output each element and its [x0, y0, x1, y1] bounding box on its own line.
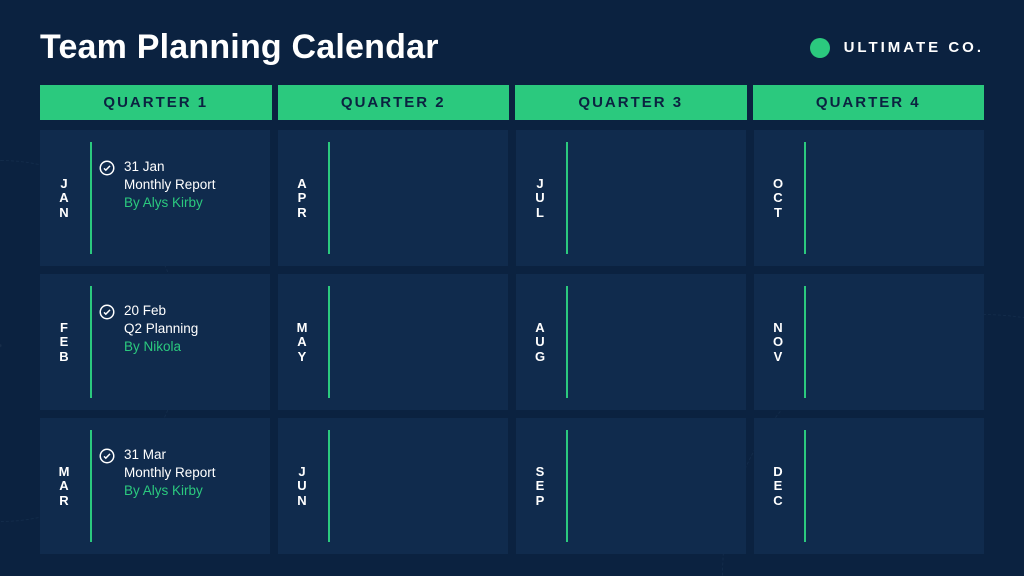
- month-label: NOV: [773, 321, 785, 364]
- month-label: MAY: [297, 321, 310, 364]
- task-owner: By Alys Kirby: [124, 194, 216, 212]
- cell-content: 20 FebQ2 PlanningBy Nikola: [92, 274, 270, 410]
- month-column: MAR: [40, 418, 90, 554]
- month-column: AUG: [516, 274, 566, 410]
- calendar-grid: JAN31 JanMonthly ReportBy Alys KirbyAPRJ…: [40, 130, 984, 554]
- check-circle-icon: [98, 303, 116, 321]
- task: 31 MarMonthly ReportBy Alys Kirby: [98, 446, 262, 501]
- month-label: APR: [297, 177, 308, 220]
- task-lines: 31 JanMonthly ReportBy Alys Kirby: [124, 158, 216, 213]
- month-label: OCT: [773, 177, 785, 220]
- calendar-cell: NOV: [754, 274, 984, 410]
- month-column: DEC: [754, 418, 804, 554]
- quarter-header: QUARTER 1: [40, 85, 272, 120]
- month-label: MAR: [59, 465, 72, 508]
- calendar-cell: AUG: [516, 274, 746, 410]
- task-owner: By Alys Kirby: [124, 482, 216, 500]
- check-circle-icon: [98, 447, 116, 465]
- month-label: JAN: [59, 177, 70, 220]
- check-circle-icon: [98, 159, 116, 177]
- cell-content: 31 MarMonthly ReportBy Alys Kirby: [92, 418, 270, 554]
- cell-content: [806, 130, 984, 266]
- month-column: JUL: [516, 130, 566, 266]
- cell-content: [330, 274, 508, 410]
- cell-content: [568, 274, 746, 410]
- task-lines: 31 MarMonthly ReportBy Alys Kirby: [124, 446, 216, 501]
- task-date: 31 Mar: [124, 446, 216, 464]
- month-column: JUN: [278, 418, 328, 554]
- cell-content: [806, 418, 984, 554]
- calendar-cell: APR: [278, 130, 508, 266]
- task-lines: 20 FebQ2 PlanningBy Nikola: [124, 302, 198, 357]
- task: 20 FebQ2 PlanningBy Nikola: [98, 302, 262, 357]
- month-column: NOV: [754, 274, 804, 410]
- month-label: SEP: [536, 465, 547, 508]
- quarter-header: QUARTER 3: [515, 85, 747, 120]
- brand-dot-icon: [810, 38, 830, 58]
- task-date: 20 Feb: [124, 302, 198, 320]
- calendar-cell: JUN: [278, 418, 508, 554]
- cell-content: [330, 418, 508, 554]
- month-column: JAN: [40, 130, 90, 266]
- calendar-cell: JAN 31 JanMonthly ReportBy Alys Kirby: [40, 130, 270, 266]
- month-column: OCT: [754, 130, 804, 266]
- brand: ULTIMATE CO.: [810, 38, 984, 58]
- quarter-headers: QUARTER 1 QUARTER 2 QUARTER 3 QUARTER 4: [40, 85, 984, 120]
- cell-content: [568, 130, 746, 266]
- task-title: Monthly Report: [124, 176, 216, 194]
- quarter-header: QUARTER 4: [753, 85, 985, 120]
- calendar-cell: FEB 20 FebQ2 PlanningBy Nikola: [40, 274, 270, 410]
- cell-content: 31 JanMonthly ReportBy Alys Kirby: [92, 130, 270, 266]
- month-label: JUL: [535, 177, 546, 220]
- page-title: Team Planning Calendar: [40, 28, 439, 67]
- month-label: JUN: [297, 465, 308, 508]
- quarter-header: QUARTER 2: [278, 85, 510, 120]
- task-title: Q2 Planning: [124, 320, 198, 338]
- task-title: Monthly Report: [124, 464, 216, 482]
- calendar-cell: MAY: [278, 274, 508, 410]
- task-owner: By Nikola: [124, 338, 198, 356]
- month-column: APR: [278, 130, 328, 266]
- calendar-cell: JUL: [516, 130, 746, 266]
- month-label: DEC: [773, 465, 784, 508]
- month-label: AUG: [535, 321, 547, 364]
- brand-name: ULTIMATE CO.: [844, 39, 984, 56]
- task: 31 JanMonthly ReportBy Alys Kirby: [98, 158, 262, 213]
- calendar-cell: DEC: [754, 418, 984, 554]
- cell-content: [330, 130, 508, 266]
- calendar-cell: OCT: [754, 130, 984, 266]
- cell-content: [806, 274, 984, 410]
- month-column: MAY: [278, 274, 328, 410]
- calendar-cell: MAR 31 MarMonthly ReportBy Alys Kirby: [40, 418, 270, 554]
- task-date: 31 Jan: [124, 158, 216, 176]
- cell-content: [568, 418, 746, 554]
- month-column: SEP: [516, 418, 566, 554]
- calendar-cell: SEP: [516, 418, 746, 554]
- month-column: FEB: [40, 274, 90, 410]
- month-label: FEB: [59, 321, 70, 364]
